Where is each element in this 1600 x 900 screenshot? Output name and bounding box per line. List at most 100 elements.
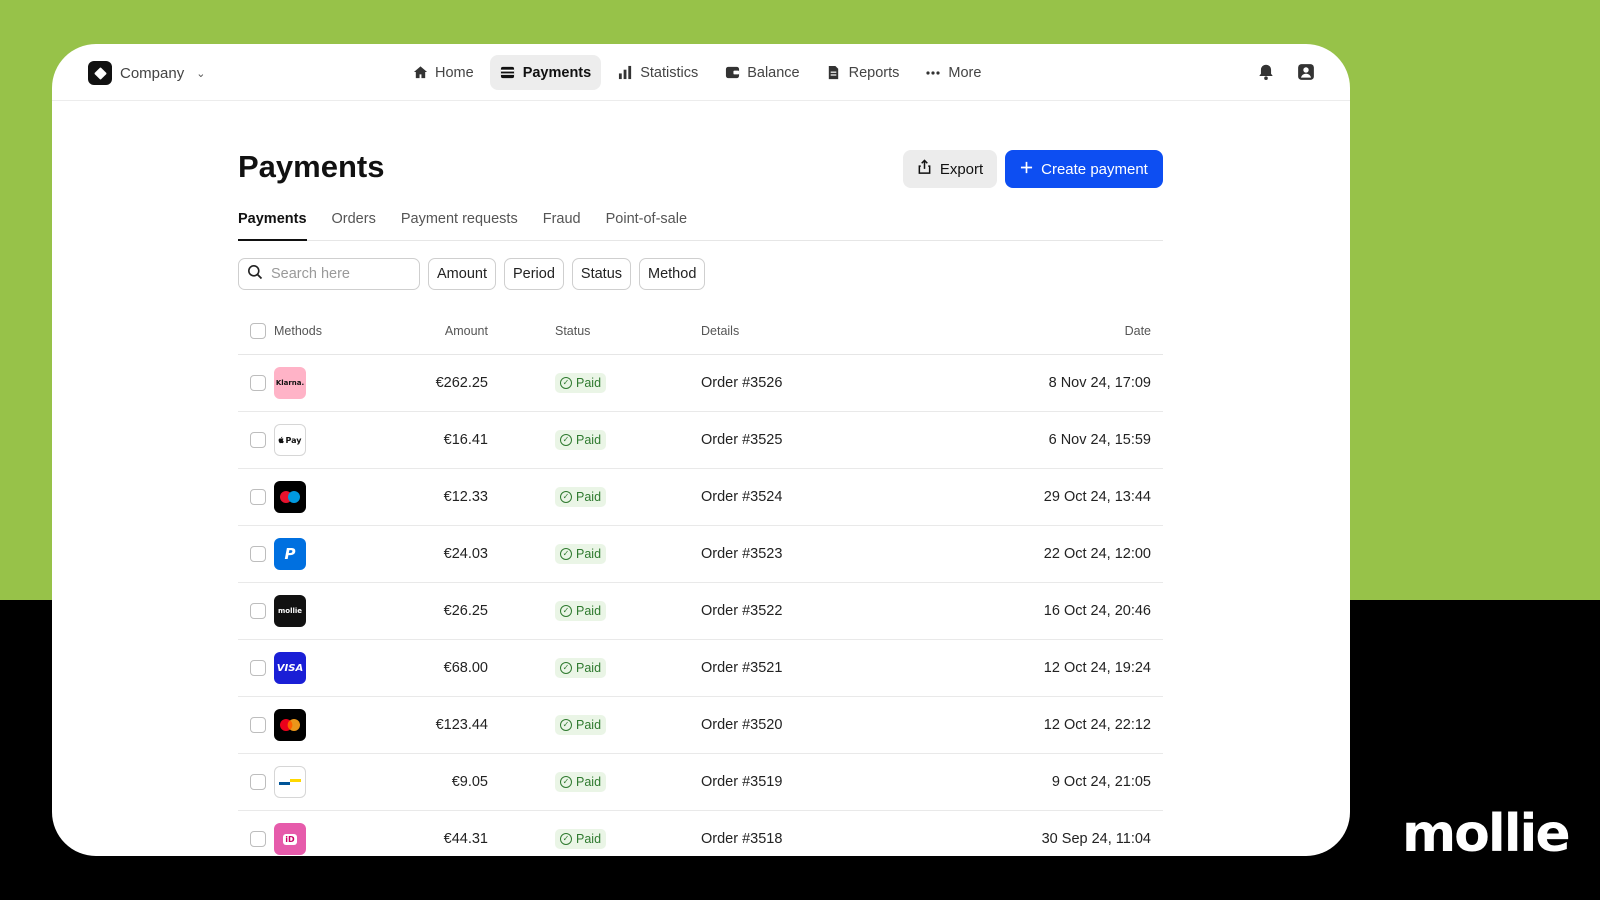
row-checkbox[interactable] [250, 432, 266, 448]
table-row[interactable]: Pay €16.41 ✓ Paid Order #3525 6 Nov 24, 1… [238, 412, 1163, 469]
check-circle-icon: ✓ [560, 833, 572, 845]
filter-method[interactable]: Method [639, 258, 706, 290]
check-circle-icon: ✓ [560, 491, 572, 503]
table-row[interactable]: P €24.03 ✓ Paid Order #3523 22 Oct 24, 12… [238, 526, 1163, 583]
search-input[interactable] [271, 266, 411, 282]
table-row[interactable]: VISA €68.00 ✓ Paid Order #3521 12 Oct 24,… [238, 640, 1163, 697]
filter-amount[interactable]: Amount [428, 258, 496, 290]
order-details: Order #3526 [701, 375, 783, 391]
page-title: Payments [238, 149, 385, 184]
table-row[interactable]: mollie €26.25 ✓ Paid Order #3522 16 Oct 2… [238, 583, 1163, 640]
nav-payments[interactable]: Payments [489, 55, 602, 90]
mollie-wordmark: mollie [1402, 804, 1571, 864]
amount: €16.41 [443, 432, 488, 448]
row-checkbox[interactable] [250, 375, 266, 391]
create-payment-button[interactable]: Create payment [1005, 150, 1163, 188]
row-checkbox[interactable] [250, 603, 266, 619]
tab-payment-requests[interactable]: Payment requests [401, 204, 518, 241]
status-badge: ✓ Paid [555, 430, 607, 450]
search-box [238, 258, 420, 290]
amount: €262.25 [435, 375, 488, 391]
payment-date: 12 Oct 24, 22:12 [1043, 717, 1151, 733]
amount: €44.31 [443, 831, 488, 847]
payment-date: 9 Oct 24, 21:05 [1051, 774, 1151, 790]
status-badge: ✓ Paid [555, 373, 607, 393]
nav-balance-label: Balance [747, 64, 800, 81]
row-checkbox[interactable] [250, 717, 266, 733]
klarna-icon: Klarna. [274, 367, 306, 399]
table-row[interactable]: €9.05 ✓ Paid Order #3519 9 Oct 24, 21:05 [238, 754, 1163, 811]
chevron-down-icon: ⌄ [196, 67, 206, 80]
table-row[interactable]: Klarna. €262.25 ✓ Paid Order #3526 8 Nov … [238, 355, 1163, 412]
export-button[interactable]: Export [903, 150, 997, 188]
bancontact-icon [274, 766, 306, 798]
status-label: Paid [576, 547, 602, 561]
nav-home[interactable]: Home [402, 55, 484, 90]
order-details: Order #3520 [701, 717, 783, 733]
status-badge: ✓ Paid [555, 487, 607, 507]
visa-logo-text: VISA [276, 662, 304, 674]
status-badge: ✓ Paid [555, 544, 607, 564]
status-label: Paid [576, 832, 602, 846]
amount: €24.03 [443, 546, 488, 562]
paypal-logo-text: P [284, 545, 296, 563]
company-switcher[interactable]: Company ⌄ [88, 60, 205, 86]
table-row[interactable]: iD €44.31 ✓ Paid Order #3518 30 Sep 24, 1… [238, 811, 1163, 856]
table-row[interactable]: €12.33 ✓ Paid Order #3524 29 Oct 24, 13:4… [238, 469, 1163, 526]
main-nav: Home Payments Statistics Balance Reports… [402, 55, 991, 90]
row-checkbox[interactable] [250, 831, 266, 847]
apple-pay-icon: Pay [274, 424, 306, 456]
nav-reports[interactable]: Reports [816, 55, 910, 90]
column-date[interactable]: Date [1125, 324, 1151, 338]
select-all-checkbox[interactable] [250, 323, 266, 339]
table-row[interactable]: €123.44 ✓ Paid Order #3520 12 Oct 24, 22:… [238, 697, 1163, 754]
nav-balance[interactable]: Balance [714, 55, 809, 90]
nav-home-label: Home [435, 64, 474, 81]
mollie-icon: mollie [274, 595, 306, 627]
filter-period[interactable]: Period [503, 258, 564, 290]
check-circle-icon: ✓ [560, 662, 572, 674]
payment-date: 29 Oct 24, 13:44 [1043, 489, 1151, 505]
nav-more[interactable]: More [915, 55, 991, 90]
payments-table: Methods Amount Status Details Date Klarn… [238, 308, 1163, 856]
company-logo-icon [88, 61, 112, 85]
amount: €68.00 [443, 660, 488, 676]
account-icon[interactable] [1296, 62, 1316, 82]
export-label: Export [939, 160, 984, 178]
payment-date: 12 Oct 24, 19:24 [1043, 660, 1151, 676]
nav-more-label: More [948, 64, 982, 81]
payment-date: 8 Nov 24, 17:09 [1048, 375, 1151, 391]
bell-icon[interactable] [1256, 62, 1276, 82]
column-methods: Methods [274, 324, 322, 338]
status-badge: ✓ Paid [555, 772, 607, 792]
nav-statistics[interactable]: Statistics [607, 55, 708, 90]
tab-point-of-sale[interactable]: Point-of-sale [606, 204, 687, 241]
status-badge: ✓ Paid [555, 601, 607, 621]
amount: €12.33 [443, 489, 488, 505]
tab-fraud[interactable]: Fraud [543, 204, 581, 241]
column-status: Status [555, 324, 591, 338]
create-payment-label: Create payment [1041, 160, 1148, 178]
plus-icon [1020, 161, 1033, 178]
payments-icon [500, 65, 516, 81]
row-checkbox[interactable] [250, 489, 266, 505]
amount: €9.05 [451, 774, 488, 790]
tab-payments[interactable]: Payments [238, 204, 307, 241]
row-checkbox[interactable] [250, 774, 266, 790]
column-amount[interactable]: Amount [445, 324, 488, 338]
more-icon [925, 65, 941, 81]
status-badge: ✓ Paid [555, 829, 607, 849]
tab-orders[interactable]: Orders [332, 204, 376, 241]
row-checkbox[interactable] [250, 660, 266, 676]
order-details: Order #3518 [701, 831, 783, 847]
company-name: Company [120, 64, 185, 82]
klarna-logo-text: Klarna. [275, 379, 305, 387]
filter-status[interactable]: Status [571, 258, 632, 290]
table-header: Methods Amount Status Details Date [238, 308, 1163, 355]
reports-icon [826, 65, 842, 81]
amount: €123.44 [435, 717, 488, 733]
filter-bar: Amount Period Status Method [238, 258, 706, 290]
order-details: Order #3519 [701, 774, 783, 790]
status-label: Paid [576, 661, 602, 675]
row-checkbox[interactable] [250, 546, 266, 562]
